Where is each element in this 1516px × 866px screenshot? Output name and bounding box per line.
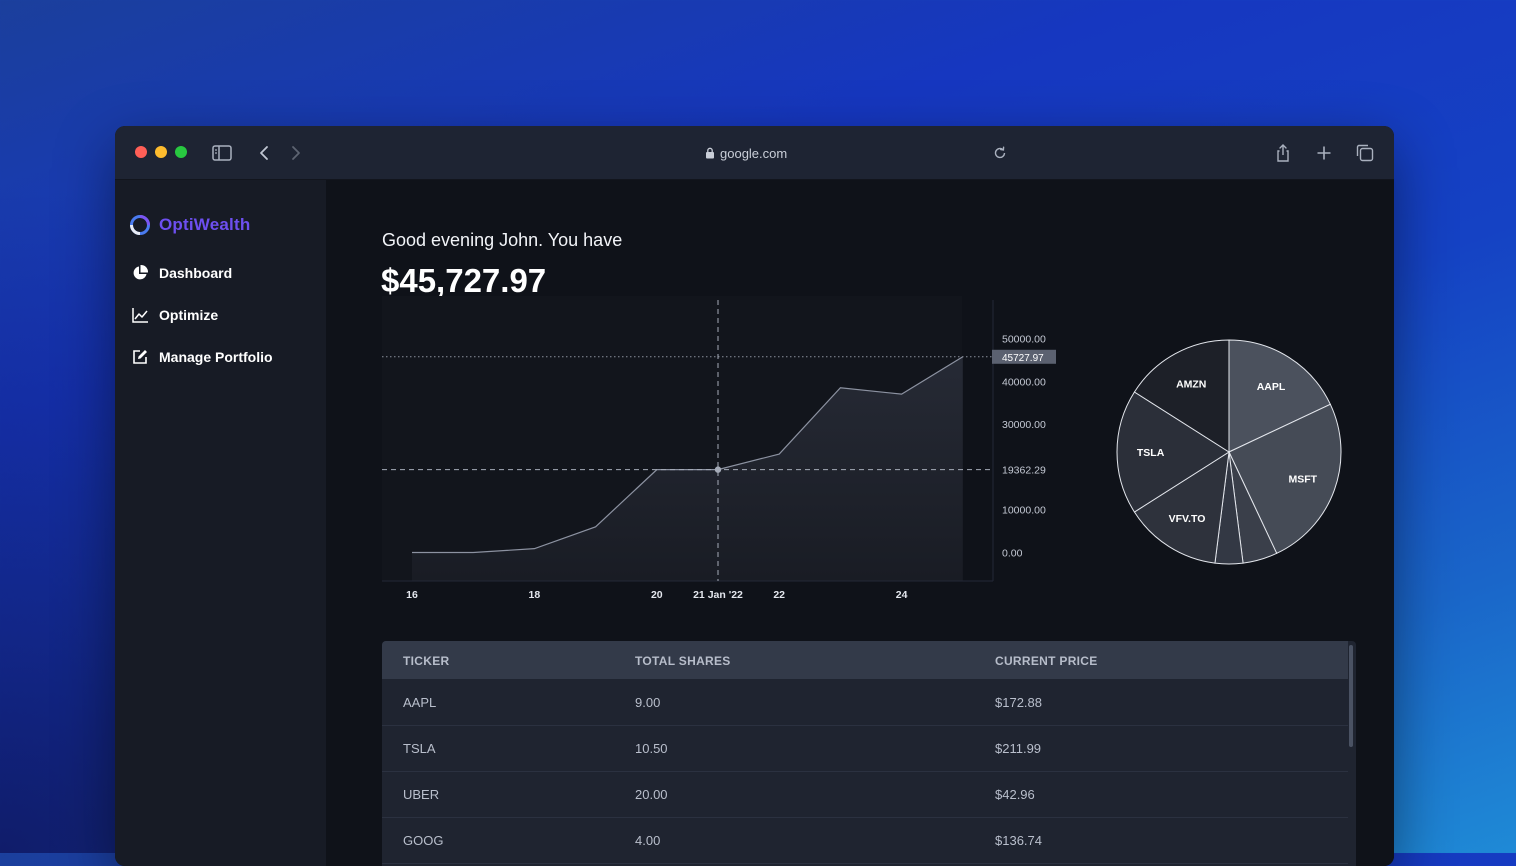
brand-logo[interactable]: OptiWealth — [129, 214, 250, 236]
dashboard-main: Good evening John. You have $45,727.97 5… — [326, 180, 1394, 866]
sidebar-item-label: Manage Portfolio — [159, 349, 273, 365]
crosshair-x-label: 21 Jan '22 — [693, 589, 743, 601]
address-bar[interactable]: google.com — [705, 144, 787, 162]
column-header-ticker[interactable]: TICKER — [403, 654, 449, 668]
table-row[interactable]: UBER 20.00 $42.96 — [382, 771, 1348, 818]
table-row[interactable]: AAPL 9.00 $172.88 — [382, 679, 1348, 726]
ticker-cell: GOOG — [403, 833, 443, 848]
x-tick-label: 20 — [651, 589, 663, 601]
price-cell: $42.96 — [995, 787, 1035, 802]
forward-arrow-icon[interactable] — [285, 142, 307, 164]
table-row[interactable]: TSLA 10.50 $211.99 — [382, 725, 1348, 772]
browser-window: google.com OptiWealth Dashboard — [115, 126, 1394, 866]
table-header: TICKER TOTAL SHARES CURRENT PRICE — [382, 641, 1348, 679]
sidebar-item-manage-portfolio[interactable]: Manage Portfolio — [131, 348, 273, 366]
price-cell: $172.88 — [995, 695, 1042, 710]
x-tick-label: 16 — [406, 589, 418, 601]
y-tick-label: 50000.00 — [1002, 334, 1046, 346]
share-icon[interactable] — [1272, 142, 1294, 164]
url-text: google.com — [720, 146, 787, 161]
pie-slice-label: MSFT — [1288, 474, 1317, 486]
price-cell: $211.99 — [995, 741, 1041, 756]
crosshair-y-label: 19362.29 — [1002, 465, 1046, 477]
sidebar-item-optimize[interactable]: Optimize — [131, 306, 218, 324]
holdings-table: TICKER TOTAL SHARES CURRENT PRICE AAPL 9… — [382, 641, 1356, 866]
current-value-label: 45727.97 — [1002, 353, 1044, 364]
sidebar-toggle-icon[interactable] — [211, 142, 233, 164]
ticker-cell: UBER — [403, 787, 439, 802]
y-tick-label: 0.00 — [1002, 548, 1023, 560]
shares-cell: 9.00 — [635, 695, 660, 710]
edit-icon — [131, 348, 149, 366]
y-tick-label: 30000.00 — [1002, 419, 1046, 431]
y-tick-label: 10000.00 — [1002, 505, 1046, 517]
brand-name: OptiWealth — [159, 215, 250, 235]
pie-slice-label: AAPL — [1257, 381, 1286, 393]
ticker-cell: AAPL — [403, 695, 436, 710]
sidebar-item-label: Dashboard — [159, 265, 232, 281]
pie-slice-label: TSLA — [1137, 447, 1165, 459]
shares-cell: 20.00 — [635, 787, 668, 802]
x-tick-label: 24 — [896, 589, 908, 601]
sidebar: OptiWealth Dashboard Optimize Manage Por… — [115, 180, 326, 866]
allocation-pie-chart[interactable]: AAPL MSFT VFV.TO TSLA AMZN — [1104, 330, 1354, 580]
sidebar-item-dashboard[interactable]: Dashboard — [131, 264, 232, 282]
column-header-total-shares[interactable]: TOTAL SHARES — [635, 654, 731, 668]
portfolio-value-chart[interactable]: 50000.00 40000.00 30000.00 10000.00 0.00 1936… — [326, 180, 1086, 620]
column-header-current-price[interactable]: CURRENT PRICE — [995, 654, 1098, 668]
table-row[interactable]: GOOG 4.00 $136.74 — [382, 817, 1348, 864]
new-tab-plus-icon[interactable] — [1313, 142, 1335, 164]
zoom-window-button[interactable] — [175, 146, 187, 158]
pie-slice-label: AMZN — [1176, 378, 1206, 390]
lock-icon — [705, 147, 715, 159]
y-tick-label: 40000.00 — [1002, 376, 1046, 388]
x-tick-label: 22 — [773, 589, 785, 601]
pie-chart-icon — [131, 264, 149, 282]
shares-cell: 4.00 — [635, 833, 660, 848]
line-chart-icon — [131, 306, 149, 324]
table-scrollbar[interactable] — [1349, 645, 1353, 747]
tab-overview-icon[interactable] — [1354, 142, 1376, 164]
crosshair-point — [715, 466, 721, 472]
logo-ring-icon — [129, 214, 151, 236]
close-window-button[interactable] — [135, 146, 147, 158]
ticker-cell: TSLA — [403, 741, 436, 756]
browser-titlebar: google.com — [115, 126, 1394, 180]
x-tick-label: 18 — [529, 589, 541, 601]
shares-cell: 10.50 — [635, 741, 668, 756]
minimize-window-button[interactable] — [155, 146, 167, 158]
price-cell: $136.74 — [995, 833, 1042, 848]
pie-slice-label: VFV.TO — [1169, 513, 1206, 525]
back-arrow-icon[interactable] — [253, 142, 275, 164]
sidebar-item-label: Optimize — [159, 307, 218, 323]
reload-icon[interactable] — [989, 142, 1011, 164]
